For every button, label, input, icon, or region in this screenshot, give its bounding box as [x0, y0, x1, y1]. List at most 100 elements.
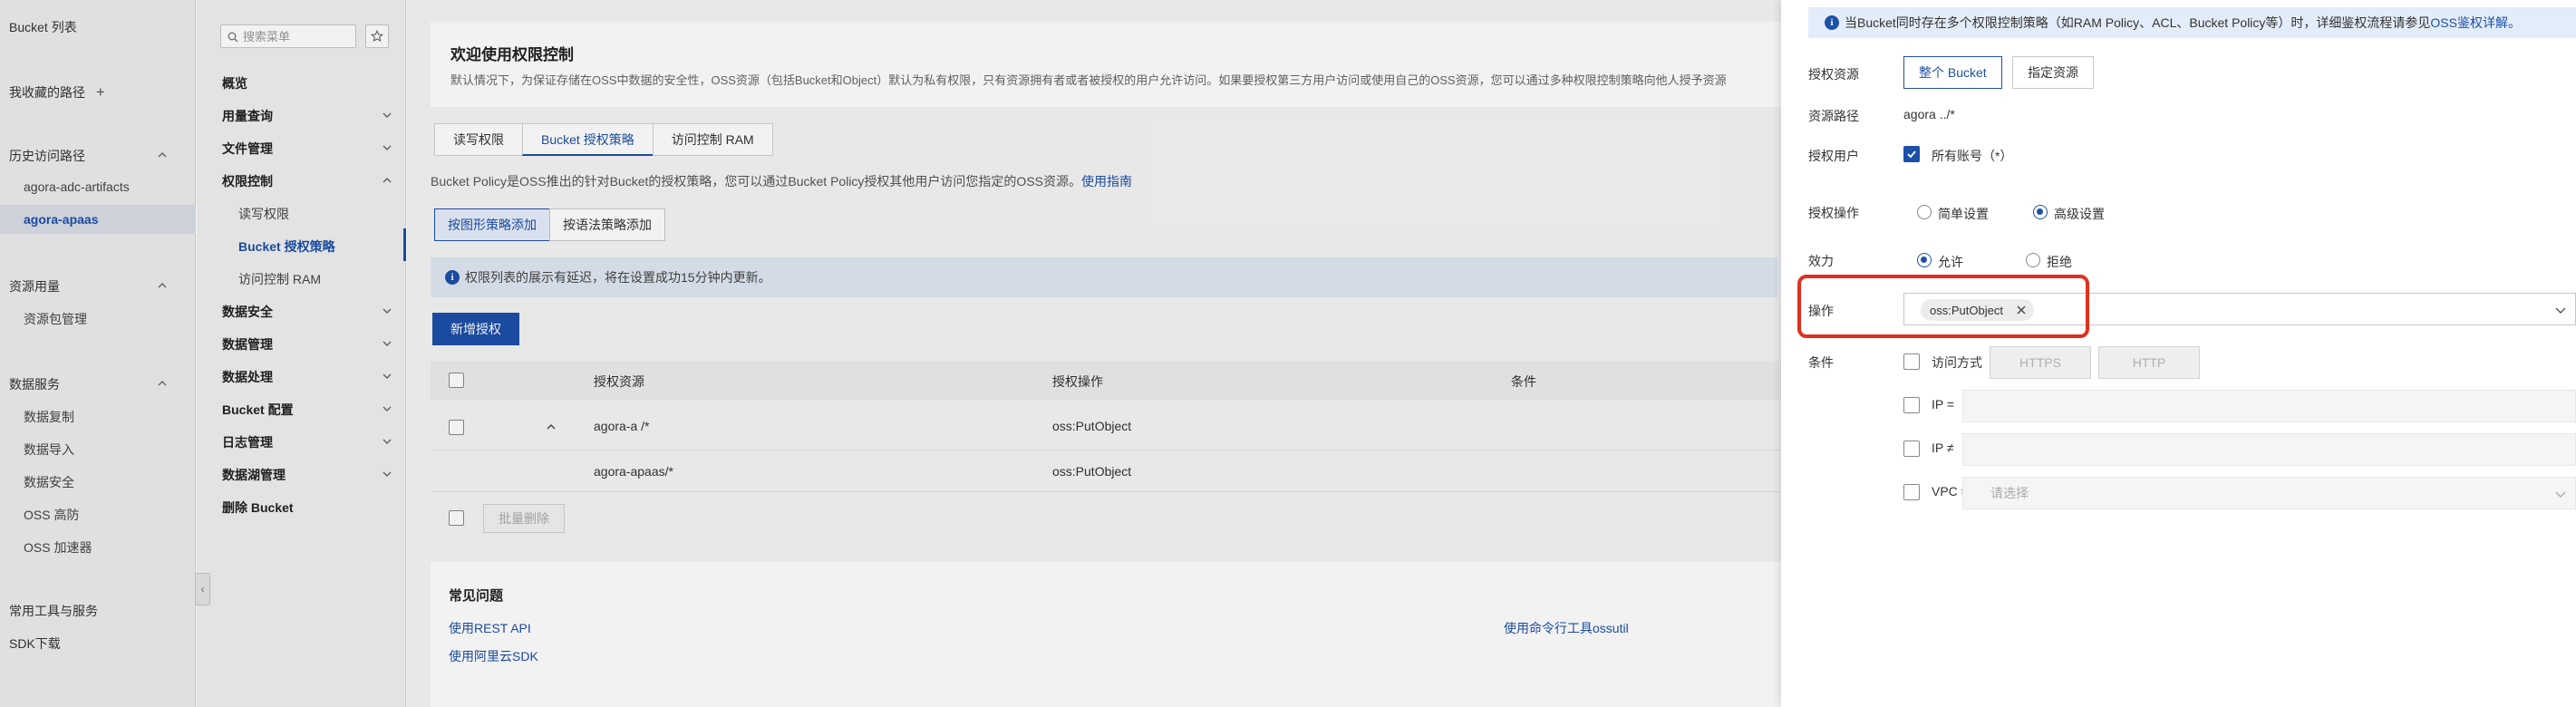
- nav-bucket-config[interactable]: Bucket 配置: [222, 401, 294, 419]
- row-checkbox[interactable]: [449, 420, 464, 435]
- nav-access-control[interactable]: 权限控制: [222, 172, 273, 190]
- tab-graphic-policy[interactable]: 按图形策略添加: [434, 208, 550, 241]
- vpc-select[interactable]: 请选择: [1962, 477, 2576, 509]
- delay-info-banner: i 权限列表的展示有延迟，将在设置成功15分钟内更新。: [431, 257, 1777, 297]
- operation-label: 授权操作: [1808, 206, 1859, 220]
- resource-usage-header[interactable]: 资源用量: [9, 277, 60, 295]
- http-option[interactable]: HTTP: [2098, 346, 2200, 379]
- chevron-down-icon[interactable]: [383, 404, 392, 413]
- https-option[interactable]: HTTPS: [1990, 346, 2091, 379]
- chevron-down-icon[interactable]: [383, 470, 392, 479]
- header-condition: 条件: [1511, 374, 1536, 389]
- data-service-item[interactable]: OSS 高防: [24, 506, 79, 524]
- menu-search-input[interactable]: [243, 28, 352, 44]
- chevron-up-icon[interactable]: [158, 281, 167, 290]
- plus-icon[interactable]: +: [96, 83, 105, 101]
- vpc-placeholder: 请选择: [1990, 486, 2029, 500]
- resource-package-link[interactable]: 资源包管理: [24, 310, 87, 328]
- chevron-down-icon[interactable]: [383, 306, 392, 315]
- nav-bucket-policy[interactable]: Bucket 授权策略: [238, 237, 335, 256]
- data-service-item[interactable]: 数据复制: [24, 408, 74, 426]
- history-header[interactable]: 历史访问路径: [9, 147, 85, 165]
- history-item[interactable]: agora-adc-artifacts: [24, 179, 130, 194]
- add-policy-drawer: i 当Bucket同时存在多个权限控制策略（如RAM Policy、ACL、Bu…: [1781, 0, 2576, 707]
- ip-equal-input[interactable]: [1962, 390, 2576, 422]
- select-all-checkbox[interactable]: [449, 373, 464, 388]
- specific-resource-option[interactable]: 指定资源: [2012, 56, 2094, 89]
- ip-not-equal-input[interactable]: [1962, 433, 2576, 466]
- row-resource: agora-a /*: [594, 419, 650, 433]
- whole-bucket-option[interactable]: 整个 Bucket: [1903, 56, 2002, 89]
- access-method-checkbox[interactable]: [1903, 354, 1920, 370]
- faq-link-sdk[interactable]: 使用阿里云SDK: [449, 647, 538, 665]
- nav-data-processing[interactable]: 数据处理: [222, 368, 273, 386]
- tab-ram[interactable]: 访问控制 RAM: [652, 123, 773, 156]
- nav-log-management[interactable]: 日志管理: [222, 433, 273, 451]
- tab-syntax-policy[interactable]: 按语法策略添加: [549, 208, 665, 241]
- advanced-setting-radio[interactable]: [2033, 205, 2048, 219]
- access-method-label: 访问方式: [1932, 355, 1982, 370]
- vpc-checkbox[interactable]: [1903, 484, 1920, 500]
- bucket-list-link[interactable]: Bucket 列表: [9, 18, 77, 36]
- favorites-header[interactable]: 我收藏的路径 +: [9, 83, 105, 102]
- ip-equal-checkbox[interactable]: [1903, 397, 1920, 413]
- faq-link-rest-api[interactable]: 使用REST API: [449, 619, 531, 637]
- menu-search[interactable]: [220, 24, 356, 48]
- data-service-item[interactable]: OSS 加速器: [24, 538, 92, 557]
- add-authorization-button[interactable]: 新增授权: [432, 313, 519, 345]
- user-label: 授权用户: [1808, 149, 1859, 163]
- chevron-down-icon[interactable]: [383, 437, 392, 446]
- faq-link-ossutil[interactable]: 使用命令行工具ossutil: [1504, 619, 1629, 637]
- all-accounts-checkbox[interactable]: [1903, 146, 1920, 162]
- tools-link[interactable]: 常用工具与服务: [9, 602, 98, 620]
- nav-usage[interactable]: 用量查询: [222, 107, 273, 125]
- nav-delete-bucket[interactable]: 删除 Bucket: [222, 499, 294, 517]
- nav-files[interactable]: 文件管理: [222, 140, 273, 158]
- ip-not-equal-checkbox[interactable]: [1903, 441, 1920, 457]
- allow-label: 允许: [1938, 255, 1963, 269]
- row-divider: [431, 491, 1781, 492]
- active-indicator: [403, 228, 406, 261]
- data-service-item[interactable]: 数据导入: [24, 441, 74, 459]
- chevron-up-icon[interactable]: [383, 176, 392, 185]
- nav-ram[interactable]: 访问控制 RAM: [238, 270, 321, 288]
- nav-data-security[interactable]: 数据安全: [222, 303, 273, 321]
- favorite-star-button[interactable]: [365, 24, 389, 48]
- oss-auth-link[interactable]: OSS鉴权详解。: [2430, 14, 2521, 32]
- nav-rw-permission[interactable]: 读写权限: [238, 205, 289, 223]
- chevron-down-icon[interactable]: [383, 111, 392, 120]
- welcome-card: 欢迎使用权限控制 默认情况下，为保证存储在OSS中数据的安全性，OSS资源（包括…: [431, 22, 1781, 107]
- sdk-link[interactable]: SDK下载: [9, 634, 61, 653]
- chevron-down-icon[interactable]: [383, 143, 392, 152]
- chevron-down-icon[interactable]: [2555, 305, 2566, 315]
- simple-setting-radio[interactable]: [1917, 205, 1932, 219]
- chevron-down-icon[interactable]: [383, 339, 392, 348]
- nav-data-management[interactable]: 数据管理: [222, 335, 273, 354]
- chevron-down-icon[interactable]: [383, 372, 392, 381]
- row-action: oss:PutObject: [1052, 419, 1132, 433]
- bucket-sidebar: 概览 用量查询 文件管理 权限控制 读写权限 Bucket 授权策略 访问控制 …: [197, 0, 406, 707]
- data-services-header[interactable]: 数据服务: [9, 375, 60, 393]
- allow-radio[interactable]: [1917, 253, 1932, 267]
- sidebar-collapse-handle[interactable]: ‹: [195, 573, 210, 605]
- nav-data-lake[interactable]: 数据湖管理: [222, 466, 286, 484]
- chevron-down-icon[interactable]: [2555, 489, 2566, 499]
- main-content: 欢迎使用权限控制 默认情况下，为保证存储在OSS中数据的安全性，OSS资源（包括…: [407, 0, 1781, 707]
- tab-bucket-policy[interactable]: Bucket 授权策略: [522, 123, 654, 156]
- footer-select-checkbox[interactable]: [449, 510, 464, 526]
- batch-delete-button[interactable]: 批量删除: [483, 504, 565, 533]
- deny-radio[interactable]: [2026, 253, 2040, 267]
- history-item-active[interactable]: agora-apaas: [24, 212, 98, 227]
- nav-overview[interactable]: 概览: [222, 74, 247, 92]
- collapse-row-icon[interactable]: [547, 422, 556, 431]
- tab-rw-permission[interactable]: 读写权限: [434, 123, 523, 156]
- usage-guide-link[interactable]: 使用指南: [1081, 174, 1132, 189]
- data-service-item[interactable]: 数据安全: [24, 473, 74, 491]
- auth-flow-notice: i 当Bucket同时存在多个权限控制策略（如RAM Policy、ACL、Bu…: [1808, 7, 2576, 38]
- header-resource: 授权资源: [594, 374, 644, 389]
- resource-label: 授权资源: [1808, 67, 1859, 82]
- chevron-up-icon[interactable]: [158, 150, 167, 160]
- effect-label: 效力: [1808, 254, 1834, 268]
- path-value: agora ../*: [1903, 107, 1955, 121]
- chevron-up-icon[interactable]: [158, 379, 167, 388]
